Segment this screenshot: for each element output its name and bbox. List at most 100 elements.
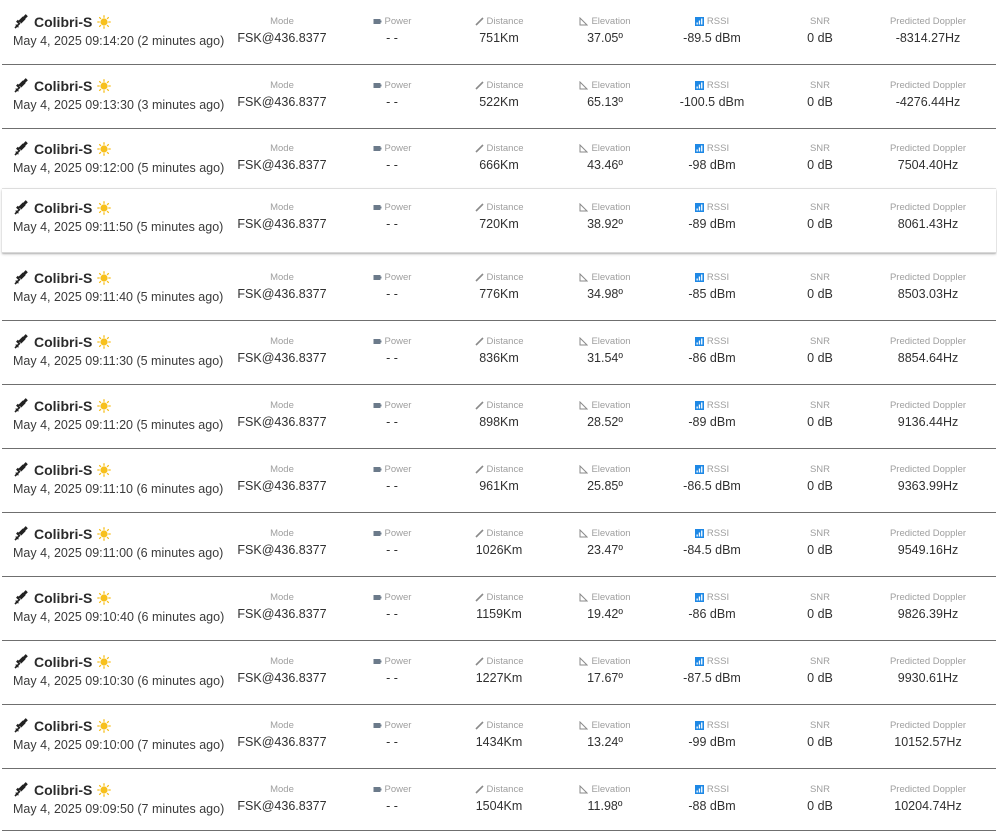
snr-value: 0 dB	[807, 95, 833, 109]
sun-icon	[97, 655, 112, 669]
doppler-value: -4276.44Hz	[895, 95, 961, 109]
sun-icon	[97, 591, 112, 605]
satellite-name[interactable]: Colibri-S	[34, 334, 92, 350]
doppler-value: 9549.16Hz	[897, 543, 959, 557]
elevation-label: Elevation	[591, 335, 631, 347]
doppler-label: Predicted Doppler	[889, 591, 967, 603]
satellite-name[interactable]: Colibri-S	[34, 270, 92, 286]
power-label: Power	[384, 399, 412, 411]
packet-row[interactable]: Colibri-S May 4, 2025 09:10:30 (6 minute…	[2, 641, 996, 705]
rssi-field: RSSI -100.5 dBm	[662, 79, 762, 110]
distance-label: Distance	[486, 79, 524, 91]
snr-label: SNR	[809, 783, 831, 795]
power-field: Power - -	[347, 783, 437, 813]
doppler-field: Predicted Doppler 9826.39Hz	[872, 591, 984, 622]
satellite-header: Colibri-S	[13, 270, 112, 286]
mode-field: Mode FSK@436.8377	[222, 655, 342, 686]
packet-row[interactable]: Colibri-S May 4, 2025 09:10:40 (6 minute…	[2, 577, 996, 641]
packet-row[interactable]: Colibri-S May 4, 2025 09:11:10 (6 minute…	[2, 449, 996, 513]
satellite-name[interactable]: Colibri-S	[34, 526, 92, 542]
packet-row[interactable]: Colibri-S May 4, 2025 09:11:30 (5 minute…	[2, 321, 996, 385]
rssi-label: RSSI	[706, 399, 730, 411]
angle-icon	[579, 16, 589, 25]
doppler-value: 9826.39Hz	[897, 607, 959, 621]
power-label: Power	[384, 142, 412, 154]
doppler-value: -8314.27Hz	[895, 31, 961, 45]
satellite-name[interactable]: Colibri-S	[34, 590, 92, 606]
packet-row[interactable]: Colibri-S May 4, 2025 09:13:30 (3 minute…	[2, 65, 996, 129]
mode-field: Mode FSK@436.8377	[222, 719, 342, 750]
satellite-name[interactable]: Colibri-S	[34, 14, 92, 30]
distance-value: 898Km	[479, 415, 519, 429]
mode-field: Mode FSK@436.8377	[222, 463, 342, 494]
distance-label: Distance	[486, 527, 524, 539]
ruler-icon	[474, 464, 484, 474]
mode-field: Mode FSK@436.8377	[222, 201, 342, 232]
snr-label: SNR	[809, 591, 831, 603]
distance-field: Distance 836Km	[449, 335, 549, 365]
distance-field: Distance 898Km	[449, 399, 549, 429]
elevation-value: 31.54º	[587, 351, 623, 365]
snr-field: SNR 0 dB	[777, 15, 863, 46]
mode-label: Mode	[270, 201, 294, 213]
satellite-name[interactable]: Colibri-S	[34, 654, 92, 670]
distance-label: Distance	[486, 142, 524, 154]
satellite-name[interactable]: Colibri-S	[34, 718, 92, 734]
satellite-name[interactable]: Colibri-S	[34, 782, 92, 798]
rssi-label: RSSI	[706, 591, 730, 603]
rssi-value: -86 dBm	[688, 607, 736, 621]
elevation-value: 19.42º	[587, 607, 623, 621]
elevation-label: Elevation	[591, 591, 631, 603]
elevation-label: Elevation	[591, 399, 631, 411]
mode-value: FSK@436.8377	[237, 735, 327, 749]
satellite-name[interactable]: Colibri-S	[34, 462, 92, 478]
elevation-label: Elevation	[591, 79, 631, 91]
mode-field: Mode FSK@436.8377	[222, 271, 342, 302]
rssi-value: -84.5 dBm	[683, 543, 741, 557]
power-label: Power	[384, 783, 412, 795]
packet-row[interactable]: Colibri-S May 4, 2025 09:11:40 (5 minute…	[2, 257, 996, 321]
elevation-value: 28.52º	[587, 415, 623, 429]
ruler-icon	[474, 784, 484, 794]
packet-row[interactable]: Colibri-S May 4, 2025 09:11:20 (5 minute…	[2, 385, 996, 449]
sun-icon	[97, 335, 112, 349]
rssi-value: -87.5 dBm	[683, 671, 741, 685]
power-field: Power - -	[347, 15, 437, 45]
rssi-field: RSSI -86 dBm	[662, 335, 762, 366]
battery-icon	[373, 274, 382, 280]
satellite-name[interactable]: Colibri-S	[34, 78, 92, 94]
satellite-name[interactable]: Colibri-S	[34, 141, 92, 157]
doppler-value: 8061.43Hz	[897, 217, 959, 231]
sun-icon	[97, 399, 112, 413]
signal-bars-icon	[694, 272, 704, 282]
satellite-name[interactable]: Colibri-S	[34, 398, 92, 414]
rssi-value: -99 dBm	[688, 735, 736, 749]
mode-field: Mode FSK@436.8377	[222, 15, 342, 46]
distance-value: 751Km	[479, 31, 519, 45]
packet-row[interactable]: Colibri-S May 4, 2025 09:11:50 (5 minute…	[2, 189, 996, 253]
doppler-field: Predicted Doppler -8314.27Hz	[872, 15, 984, 46]
elevation-field: Elevation 37.05º	[555, 15, 655, 45]
elevation-field: Elevation 34.98º	[555, 271, 655, 301]
rssi-field: RSSI -89 dBm	[662, 201, 762, 232]
power-value: - -	[386, 31, 398, 45]
packet-row[interactable]: Colibri-S May 4, 2025 09:14:20 (2 minute…	[2, 1, 996, 65]
satellite-name[interactable]: Colibri-S	[34, 200, 92, 216]
rssi-field: RSSI -87.5 dBm	[662, 655, 762, 686]
packet-row[interactable]: Colibri-S May 4, 2025 09:11:00 (6 minute…	[2, 513, 996, 577]
packet-row[interactable]: Colibri-S May 4, 2025 09:09:50 (7 minute…	[2, 769, 996, 831]
packet-row[interactable]: Colibri-S May 4, 2025 09:10:00 (7 minute…	[2, 705, 996, 769]
satellite-header: Colibri-S	[13, 526, 112, 542]
ruler-icon	[474, 656, 484, 666]
mode-value: FSK@436.8377	[237, 158, 327, 172]
rssi-value: -100.5 dBm	[679, 95, 745, 109]
battery-icon	[373, 402, 382, 408]
power-label: Power	[384, 463, 412, 475]
doppler-value: 8503.03Hz	[897, 287, 959, 301]
elevation-field: Elevation 19.42º	[555, 591, 655, 621]
mode-value: FSK@436.8377	[237, 479, 327, 493]
snr-value: 0 dB	[807, 607, 833, 621]
power-value: - -	[386, 735, 398, 749]
rssi-field: RSSI -99 dBm	[662, 719, 762, 750]
packet-row[interactable]: Colibri-S May 4, 2025 09:12:00 (5 minute…	[2, 129, 996, 189]
